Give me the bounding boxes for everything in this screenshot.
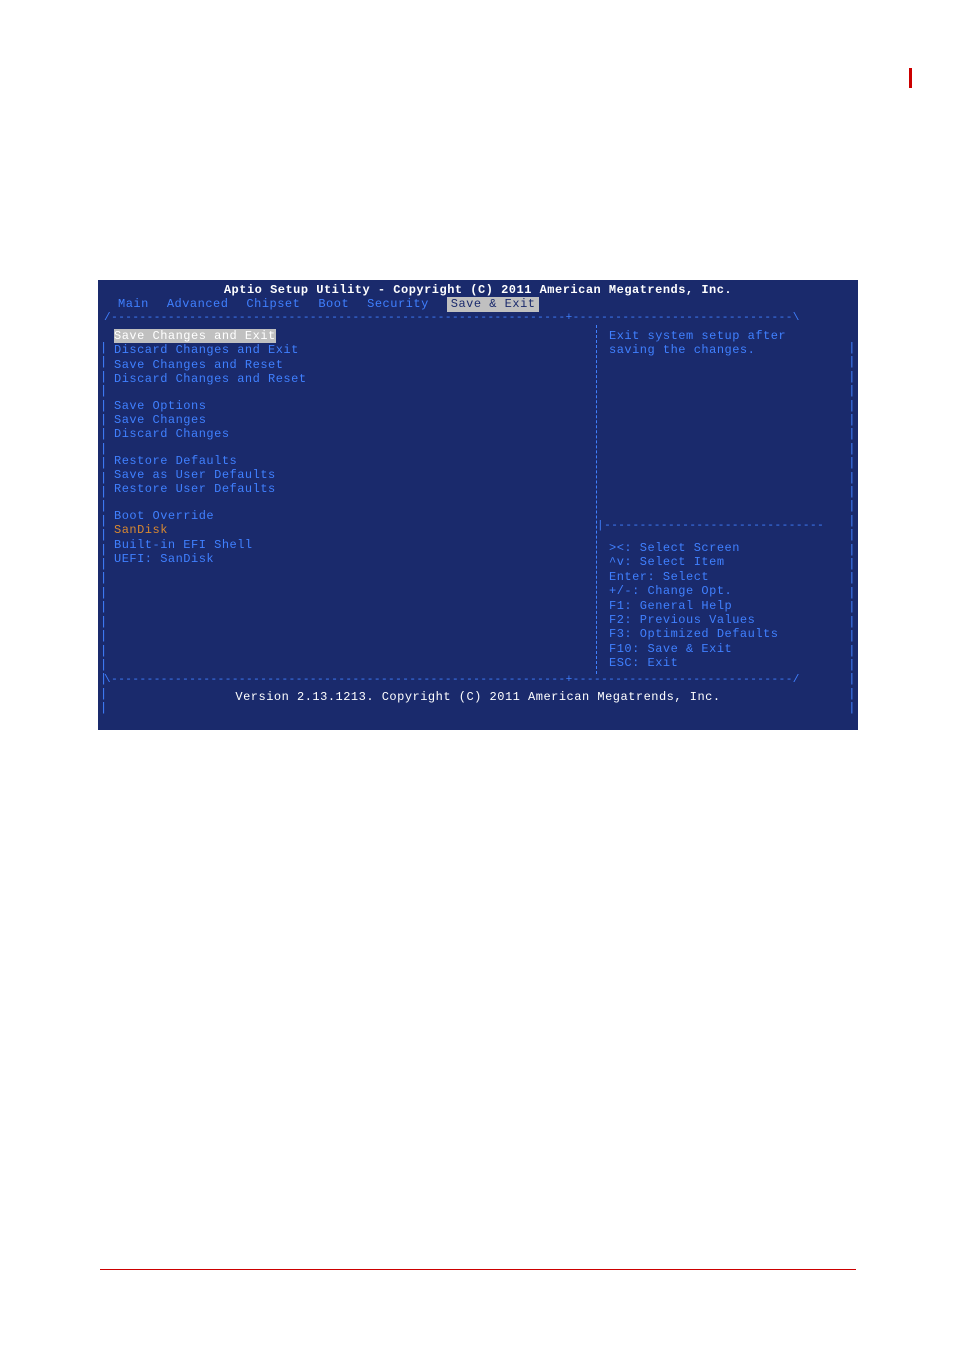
bios-content: Save Changes and Exit Discard Changes an… — [98, 325, 858, 674]
hint-esc: ESC: Exit — [609, 656, 840, 670]
boot-efi-shell[interactable]: Built-in EFI Shell — [114, 538, 588, 552]
border-bottom: \---------------------------------------… — [98, 674, 858, 687]
menu-save-changes[interactable]: Save Changes — [114, 413, 588, 427]
menu-restore-user-defaults[interactable]: Restore User Defaults — [114, 482, 588, 496]
key-hints: ><: Select Screen ^v: Select Item Enter:… — [609, 541, 840, 671]
hint-select-screen: ><: Select Screen — [609, 541, 840, 555]
menu-panel: Save Changes and Exit Discard Changes an… — [106, 325, 596, 674]
boot-uefi-sandisk[interactable]: UEFI: SanDisk — [114, 552, 588, 566]
menu-restore-defaults[interactable]: Restore Defaults — [114, 454, 588, 468]
hint-f10: F10: Save & Exit — [609, 642, 840, 656]
hint-enter: Enter: Select — [609, 570, 840, 584]
help-divider: |------------------------------- — [597, 520, 840, 533]
tab-security[interactable]: Security — [367, 297, 437, 311]
page-marker — [909, 68, 912, 88]
menu-discard-changes-reset[interactable]: Discard Changes and Reset — [114, 372, 588, 386]
tab-save-exit[interactable]: Save & Exit — [447, 297, 540, 311]
boot-override-header: Boot Override — [114, 509, 588, 523]
hint-f1: F1: General Help — [609, 599, 840, 613]
save-options-header: Save Options — [114, 399, 588, 413]
menu-discard-changes[interactable]: Discard Changes — [114, 427, 588, 441]
page-footer-divider — [100, 1269, 856, 1270]
tab-main[interactable]: Main — [118, 297, 157, 311]
bios-setup-screen: Aptio Setup Utility - Copyright (C) 2011… — [98, 280, 858, 730]
tab-boot[interactable]: Boot — [318, 297, 357, 311]
bios-title: Aptio Setup Utility - Copyright (C) 2011… — [98, 280, 858, 297]
menu-save-changes-exit[interactable]: Save Changes and Exit — [114, 329, 276, 343]
border-top: /---------------------------------------… — [98, 312, 858, 325]
menu-save-user-defaults[interactable]: Save as User Defaults — [114, 468, 588, 482]
bios-tab-bar: Main Advanced Chipset Boot Security Save… — [98, 297, 858, 311]
help-description: Exit system setup after saving the chang… — [609, 329, 840, 358]
hint-select-item: ^v: Select Item — [609, 555, 840, 569]
boot-sandisk[interactable]: SanDisk — [114, 523, 588, 537]
hint-change-opt: +/-: Change Opt. — [609, 584, 840, 598]
hint-f2: F2: Previous Values — [609, 613, 840, 627]
menu-save-changes-reset[interactable]: Save Changes and Reset — [114, 358, 588, 372]
help-panel: Exit system setup after saving the chang… — [596, 325, 848, 674]
tab-advanced[interactable]: Advanced — [167, 297, 237, 311]
hint-f3: F3: Optimized Defaults — [609, 627, 840, 641]
bios-footer-version: Version 2.13.1213. Copyright (C) 2011 Am… — [98, 688, 858, 708]
tab-chipset[interactable]: Chipset — [246, 297, 308, 311]
menu-discard-changes-exit[interactable]: Discard Changes and Exit — [114, 343, 588, 357]
